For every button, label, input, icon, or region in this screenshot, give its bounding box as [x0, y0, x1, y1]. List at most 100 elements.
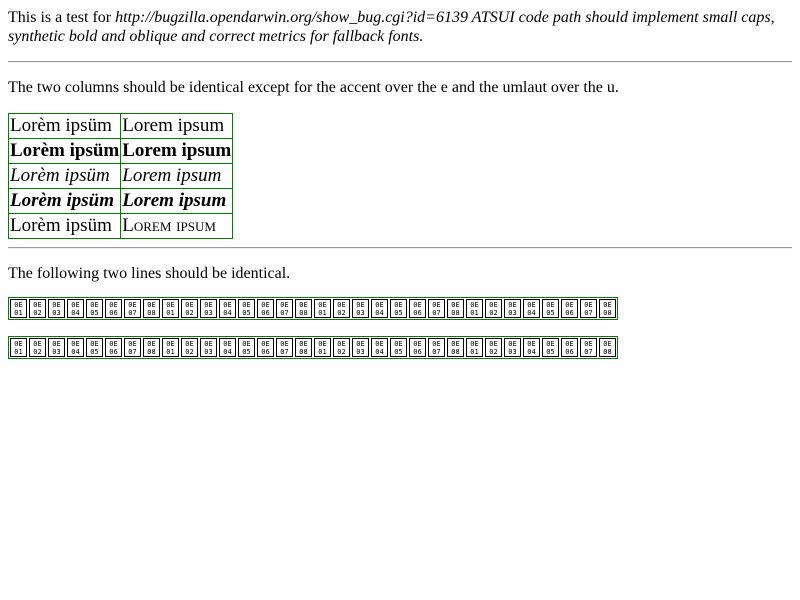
missing-glyph-box: 0E 02 [485, 338, 502, 357]
glyph-code-bottom: 04 [375, 309, 384, 317]
glyph-code-top: 0E [261, 301, 270, 309]
glyph-code-bottom: 03 [204, 309, 213, 317]
missing-glyph-box: 0E 01 [314, 338, 331, 357]
glyph-code-top: 0E [356, 340, 365, 348]
missing-glyph-box: 0E 06 [105, 338, 122, 357]
glyph-code-bottom: 04 [527, 348, 536, 356]
cell-plain-bold-italic: Lorem ipsum [120, 188, 234, 214]
missing-glyph-box: 0E 04 [371, 299, 388, 318]
glyph-code-top: 0E [394, 301, 403, 309]
glyph-code-bottom: 06 [109, 309, 118, 317]
glyph-code-bottom: 06 [413, 348, 422, 356]
glyph-line-1: 0E 01 0E 02 0E 03 0E 04 0E 05 0E 06 0E 07 0E 08 0E 01 0E 02… [8, 297, 618, 320]
glyph-code-bottom: 04 [223, 309, 232, 317]
missing-glyph-box: 0E 07 [428, 338, 445, 357]
intro-prefix: This is a test for [8, 9, 116, 26]
missing-glyph-box: 0E 05 [238, 338, 255, 357]
glyph-code-bottom: 04 [375, 348, 384, 356]
columns-instruction: The two columns should be identical exce… [8, 79, 619, 96]
glyph-code-top: 0E [489, 301, 498, 309]
glyph-code-top: 0E [603, 301, 612, 309]
missing-glyph-box: 0E 02 [333, 299, 350, 318]
glyph-code-top: 0E [223, 340, 232, 348]
glyph-code-top: 0E [71, 301, 80, 309]
cell-plain-normal: Lorem ipsum [120, 113, 234, 139]
glyph-code-top: 0E [337, 340, 346, 348]
missing-glyph-box: 0E 08 [599, 338, 616, 357]
glyph-code-top: 0E [90, 340, 99, 348]
missing-glyph-box: 0E 05 [390, 299, 407, 318]
glyph-code-bottom: 07 [128, 309, 137, 317]
glyph-code-top: 0E [432, 301, 441, 309]
glyph-code-bottom: 04 [71, 309, 80, 317]
missing-glyph-box: 0E 02 [29, 299, 46, 318]
glyph-code-top: 0E [109, 340, 118, 348]
missing-glyph-box: 0E 04 [371, 338, 388, 357]
glyph-code-top: 0E [565, 340, 574, 348]
missing-glyph-box: 0E 08 [143, 338, 160, 357]
missing-glyph-box: 0E 04 [67, 338, 84, 357]
missing-glyph-box: 0E 06 [561, 299, 578, 318]
missing-glyph-box: 0E 07 [124, 299, 141, 318]
missing-glyph-box: 0E 06 [257, 338, 274, 357]
missing-glyph-box: 0E 06 [105, 299, 122, 318]
glyph-line-2: 0E 01 0E 02 0E 03 0E 04 0E 05 0E 06 0E 07 0E 08 0E 01 0E 02… [8, 336, 618, 359]
glyph-code-top: 0E [128, 340, 137, 348]
glyph-code-top: 0E [318, 340, 327, 348]
glyph-code-bottom: 05 [90, 309, 99, 317]
glyph-code-top: 0E [109, 301, 118, 309]
missing-glyph-box: 0E 05 [542, 299, 559, 318]
test-page: This is a test for http://bugzilla.opend… [0, 0, 800, 359]
glyph-code-top: 0E [147, 340, 156, 348]
glyph-code-top: 0E [546, 301, 555, 309]
glyph-code-bottom: 03 [508, 348, 517, 356]
glyph-code-bottom: 04 [527, 309, 536, 317]
glyph-code-bottom: 03 [356, 348, 365, 356]
glyph-code-top: 0E [318, 301, 327, 309]
glyph-code-bottom: 01 [318, 348, 327, 356]
glyph-code-top: 0E [432, 340, 441, 348]
glyph-code-top: 0E [508, 340, 517, 348]
missing-glyph-box: 0E 03 [352, 338, 369, 357]
missing-glyph-box: 0E 02 [181, 299, 198, 318]
missing-glyph-box: 0E 04 [523, 338, 540, 357]
glyph-code-bottom: 07 [584, 348, 593, 356]
lines-instruction: The following two lines should be identi… [8, 265, 291, 282]
glyph-code-bottom: 05 [90, 348, 99, 356]
glyph-code-top: 0E [413, 340, 422, 348]
missing-glyph-box: 0E 07 [276, 338, 293, 357]
glyph-code-top: 0E [527, 301, 536, 309]
missing-glyph-box: 0E 02 [333, 338, 350, 357]
glyph-code-top: 0E [356, 301, 365, 309]
missing-glyph-box: 0E 03 [48, 299, 65, 318]
glyph-code-top: 0E [546, 340, 555, 348]
glyph-code-bottom: 04 [223, 348, 232, 356]
glyph-code-top: 0E [14, 340, 23, 348]
glyph-code-bottom: 02 [337, 309, 346, 317]
glyph-code-bottom: 08 [451, 309, 460, 317]
glyph-code-top: 0E [223, 301, 232, 309]
glyph-code-top: 0E [299, 301, 308, 309]
missing-glyph-box: 0E 08 [599, 299, 616, 318]
glyph-code-top: 0E [185, 301, 194, 309]
glyph-code-bottom: 07 [280, 309, 289, 317]
cell-plain-italic: Lorem ipsum [120, 163, 234, 189]
glyph-code-bottom: 03 [356, 309, 365, 317]
missing-glyph-box: 0E 01 [10, 299, 27, 318]
glyph-code-top: 0E [375, 301, 384, 309]
glyph-code-bottom: 03 [52, 348, 61, 356]
glyph-code-bottom: 08 [451, 348, 460, 356]
glyph-code-top: 0E [52, 340, 61, 348]
glyph-code-bottom: 03 [204, 348, 213, 356]
glyph-code-bottom: 01 [14, 309, 23, 317]
glyph-code-bottom: 05 [394, 348, 403, 356]
intro-paragraph: This is a test for http://bugzilla.opend… [8, 8, 792, 46]
missing-glyph-box: 0E 05 [86, 299, 103, 318]
glyph-code-bottom: 01 [470, 348, 479, 356]
table-row-small-caps: Lorèm ipsüm Lorem ipsum [7, 213, 234, 239]
glyph-code-top: 0E [185, 340, 194, 348]
glyph-code-bottom: 03 [52, 309, 61, 317]
glyph-code-top: 0E [470, 340, 479, 348]
glyph-code-bottom: 05 [546, 309, 555, 317]
glyph-code-bottom: 01 [318, 309, 327, 317]
